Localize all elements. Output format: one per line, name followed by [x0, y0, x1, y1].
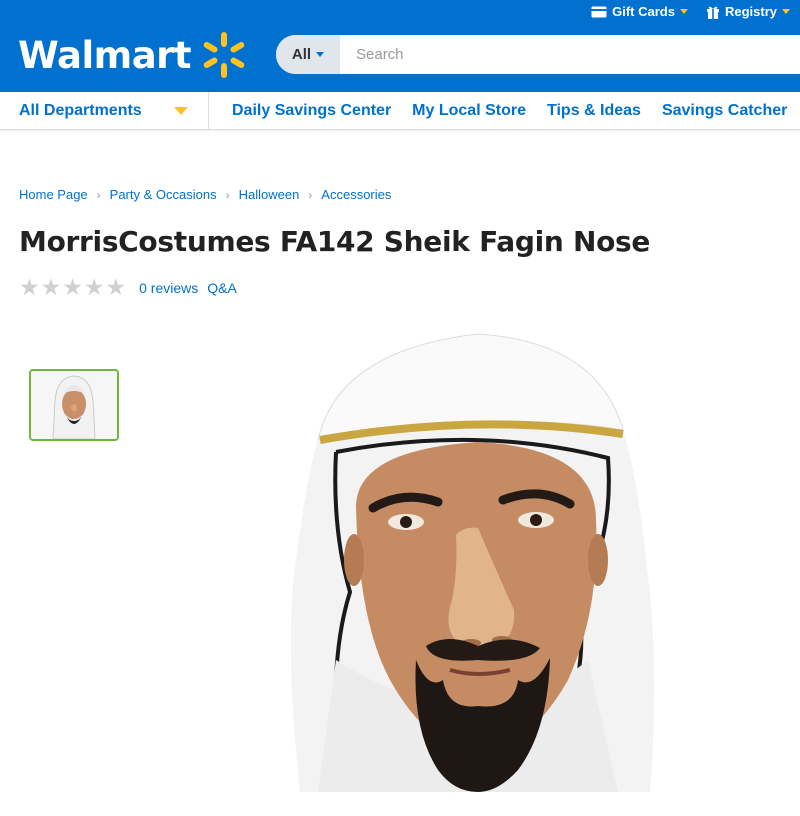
gift-icon: [706, 6, 719, 19]
product-photo: [278, 330, 700, 795]
breadcrumb-halloween[interactable]: Halloween: [239, 187, 300, 202]
registry-link[interactable]: Registry: [706, 4, 790, 19]
search-input[interactable]: [340, 35, 800, 74]
star-icon: ★: [62, 274, 83, 300]
nav-links: Daily Savings Center My Local Store Tips…: [232, 92, 787, 129]
gift-card-icon: [591, 6, 607, 17]
chevron-down-icon: [316, 52, 325, 57]
product-title: MorrisCostumes FA142 Sheik Fagin Nose: [19, 225, 651, 258]
chevron-down-icon: [679, 9, 688, 14]
chevron-right-icon: ›: [225, 187, 230, 202]
chevron-down-icon: [174, 106, 188, 115]
search-category-dropdown[interactable]: All: [276, 35, 340, 74]
star-icon: ★: [105, 274, 127, 300]
search-category-label: All: [291, 46, 312, 63]
thumbnail-image: [31, 371, 117, 439]
reviews-link[interactable]: 0 reviews: [139, 280, 198, 296]
chevron-right-icon: ›: [308, 187, 313, 202]
star-icon: ★: [40, 274, 62, 300]
rating-stars[interactable]: ★ ★ ★ ★ ★: [19, 276, 126, 299]
breadcrumb-accessories[interactable]: Accessories: [321, 187, 391, 202]
gift-cards-label: Gift Cards: [612, 4, 675, 19]
all-departments-label: All Departments: [19, 101, 142, 119]
breadcrumb-home[interactable]: Home Page: [19, 187, 88, 202]
breadcrumb-party-occasions[interactable]: Party & Occasions: [110, 187, 217, 202]
gift-cards-link[interactable]: Gift Cards: [591, 4, 688, 19]
star-icon: ★: [19, 274, 40, 300]
walmart-logo[interactable]: Walmart: [18, 30, 249, 80]
nav-link-local-store[interactable]: My Local Store: [412, 102, 526, 120]
department-nav: All Departments Daily Savings Center My …: [0, 92, 800, 130]
logo-text: Walmart: [18, 33, 192, 77]
star-icon: ★: [83, 274, 105, 300]
utility-links: Gift Cards Registry: [591, 4, 790, 19]
nav-link-tips-ideas[interactable]: Tips & Ideas: [547, 102, 641, 120]
registry-label: Registry: [724, 4, 777, 19]
product-rating: ★ ★ ★ ★ ★ 0 reviews Q&A: [19, 276, 237, 299]
nav-link-savings-catcher[interactable]: Savings Catcher: [662, 102, 787, 120]
qa-link[interactable]: Q&A: [207, 280, 237, 296]
product-thumbnail[interactable]: [29, 369, 119, 441]
chevron-right-icon: ›: [96, 187, 101, 202]
all-departments-menu[interactable]: All Departments: [19, 92, 209, 129]
nav-link-daily-savings[interactable]: Daily Savings Center: [232, 102, 391, 120]
breadcrumb: Home Page › Party & Occasions › Hallowee…: [19, 187, 391, 202]
product-main-image[interactable]: [278, 330, 700, 795]
search-bar: All: [276, 35, 800, 74]
chevron-down-icon: [782, 9, 790, 14]
spark-icon: [203, 32, 245, 78]
site-header: Gift Cards Registry Walmart All: [0, 0, 800, 92]
